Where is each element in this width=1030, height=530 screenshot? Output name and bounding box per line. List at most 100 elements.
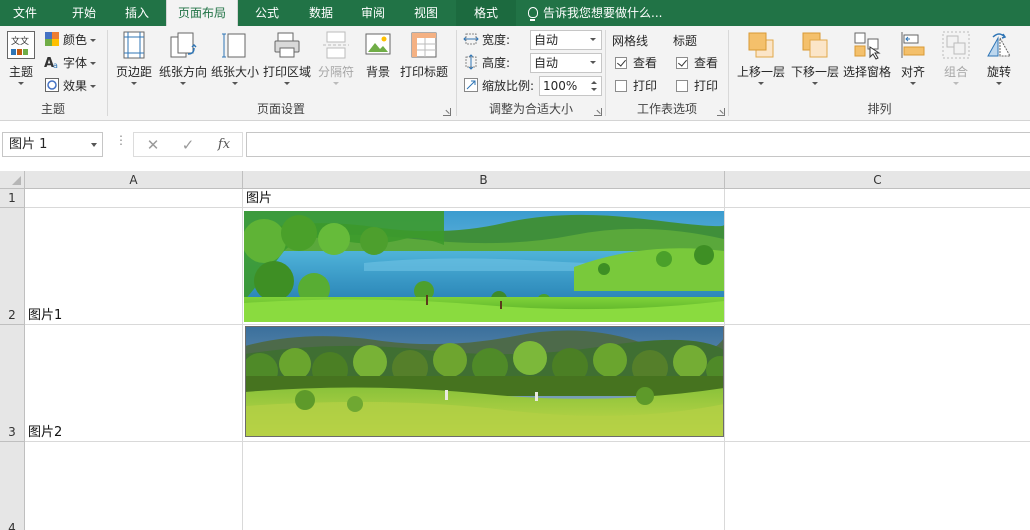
gridlines-heading: 网格线	[612, 34, 649, 48]
send-backward-button[interactable]: 下移一层	[788, 30, 842, 85]
tab-formulas[interactable]: 公式	[242, 0, 292, 26]
chevron-down-icon	[758, 82, 764, 85]
bring-forward-button[interactable]: 上移一层	[734, 30, 788, 85]
breaks-button[interactable]: 分隔符	[314, 30, 358, 85]
insert-function-icon[interactable]: fx	[214, 136, 234, 154]
row-header-4[interactable]: 4	[0, 442, 25, 530]
row-header-2[interactable]: 2	[0, 208, 25, 325]
column-header-b[interactable]: B	[243, 171, 725, 189]
height-value: 自动	[534, 56, 559, 70]
height-select[interactable]: 自动	[530, 53, 602, 73]
gridlines-view-label: 查看	[633, 56, 658, 70]
align-icon	[898, 30, 928, 60]
headings-print-checkbox[interactable]: 打印	[676, 77, 718, 95]
tab-data[interactable]: 数据	[296, 0, 346, 26]
sheet-options-launcher-icon[interactable]	[717, 108, 725, 116]
gridlines-view-checkbox[interactable]: 查看	[615, 54, 657, 72]
spin-down-icon[interactable]	[591, 88, 597, 91]
ribbon-tab-bar: 文件 开始 插入 页面布局 公式 数据 审阅 视图 格式 告诉我您想要做什么..…	[0, 0, 1030, 27]
checkbox-unchecked-icon	[615, 80, 627, 92]
name-box[interactable]: 图片 1	[2, 132, 103, 157]
tab-home[interactable]: 开始	[58, 0, 110, 26]
height-label-row: 高度:	[463, 53, 510, 73]
chevron-down-icon	[131, 82, 137, 85]
chevron-down-icon	[90, 85, 97, 88]
print-titles-label: 打印标题	[399, 65, 448, 79]
gridlines-print-label: 打印	[633, 79, 658, 93]
chevron-down-icon[interactable]	[91, 143, 97, 147]
width-value: 自动	[534, 33, 559, 47]
colors-button[interactable]: 颜色	[44, 30, 97, 50]
print-titles-button[interactable]: 打印标题	[398, 30, 450, 80]
chevron-down-icon	[18, 82, 24, 85]
background-label: 背景	[365, 65, 390, 79]
gridlines-print-checkbox[interactable]: 打印	[615, 77, 657, 95]
group-objects-label: 组合	[943, 65, 968, 79]
lightbulb-icon	[528, 7, 538, 21]
tab-page-layout[interactable]: 页面布局	[166, 0, 238, 27]
gridline	[25, 324, 1030, 325]
print-area-icon	[272, 30, 302, 60]
svg-text:a: a	[53, 61, 58, 70]
effects-button[interactable]: 效果	[44, 76, 97, 96]
align-button[interactable]: 对齐	[895, 30, 931, 85]
margins-button[interactable]: 页边距	[112, 30, 156, 85]
send-backward-icon	[800, 30, 830, 60]
group-objects-button[interactable]: 组合	[935, 30, 977, 85]
headings-view-label: 查看	[694, 56, 719, 70]
landscape-forest-picture[interactable]	[245, 326, 724, 437]
size-button[interactable]: 纸张大小	[210, 30, 260, 85]
effects-label: 效果	[63, 79, 88, 93]
headings-view-checkbox[interactable]: 查看	[676, 54, 718, 72]
page-setup-launcher-icon[interactable]	[443, 108, 451, 116]
rotate-button[interactable]: 旋转	[981, 30, 1017, 85]
fonts-button[interactable]: Aa 字体	[44, 53, 97, 73]
column-header-a[interactable]: A	[25, 171, 243, 189]
row-header-3[interactable]: 3	[0, 325, 25, 442]
chevron-down-icon	[812, 82, 818, 85]
themes-icon: 文文	[6, 30, 36, 60]
column-header-c[interactable]: C	[725, 171, 1030, 189]
cancel-icon[interactable]: ✕	[143, 136, 163, 154]
arrange-group: 上移一层 下移一层 选择窗格 对齐 组合 旋转 排列	[729, 26, 1030, 120]
theme-fonts-icon: Aa	[44, 54, 60, 71]
row-number: 3	[8, 425, 16, 439]
landscape-lake-picture[interactable]	[244, 211, 724, 322]
chevron-down-icon	[90, 39, 97, 42]
name-box-value: 图片 1	[9, 137, 48, 152]
tab-view[interactable]: 视图	[400, 0, 452, 26]
worksheet-grid[interactable]: A B C 1 2 3 4 图片 图片1 图片2	[0, 171, 1030, 530]
width-select[interactable]: 自动	[530, 30, 602, 50]
row-number: 1	[8, 191, 16, 205]
cell-a3[interactable]: 图片2	[28, 425, 62, 441]
tab-file[interactable]: 文件	[0, 0, 50, 26]
tell-me-search[interactable]: 告诉我您想要做什么...	[528, 0, 662, 26]
row-header-1[interactable]: 1	[0, 189, 25, 208]
formula-input[interactable]	[246, 132, 1030, 157]
cell-a2[interactable]: 图片1	[28, 308, 62, 324]
spin-up-icon[interactable]	[591, 81, 597, 84]
scale-spinner[interactable]: 100%	[539, 76, 602, 96]
cell-b1[interactable]: 图片	[246, 191, 272, 207]
background-button[interactable]: 背景	[360, 30, 396, 80]
bring-forward-label: 上移一层	[736, 65, 785, 79]
tab-format[interactable]: 格式	[456, 0, 516, 26]
selection-pane-button[interactable]: 选择窗格	[841, 30, 893, 80]
themes-button[interactable]: 文文 主题	[2, 30, 40, 85]
theme-effects-icon	[44, 77, 60, 93]
bring-forward-icon	[746, 30, 776, 60]
print-area-button[interactable]: 打印区域	[262, 30, 312, 85]
scale-label: 缩放比例:	[482, 79, 535, 93]
chevron-down-icon	[180, 82, 186, 85]
formula-bar-grip-icon[interactable]: ⋮	[115, 134, 127, 146]
tab-insert[interactable]: 插入	[112, 0, 162, 26]
select-all-button[interactable]	[0, 171, 25, 189]
svg-text:文文: 文文	[11, 35, 29, 47]
tab-review[interactable]: 审阅	[348, 0, 398, 26]
enter-icon[interactable]: ✓	[178, 136, 198, 154]
scale-to-fit-launcher-icon[interactable]	[594, 108, 602, 116]
selection-pane-label: 选择窗格	[842, 65, 891, 79]
orientation-button[interactable]: 纸张方向	[158, 30, 208, 85]
scale-to-fit-group-label: 调整为合适大小	[488, 102, 573, 116]
width-label: 宽度:	[482, 33, 511, 47]
